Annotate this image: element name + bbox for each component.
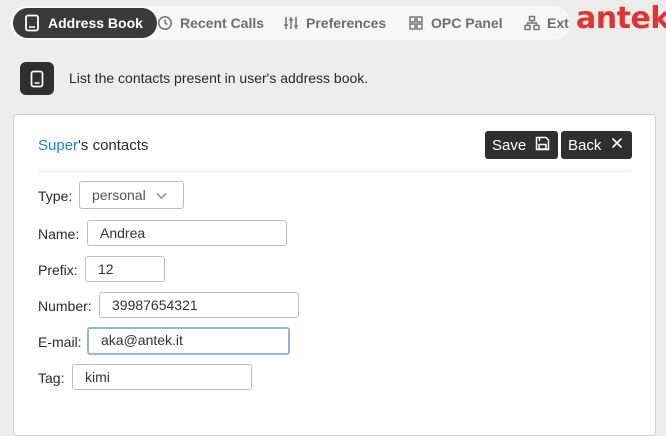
tab-label: OPC Panel	[431, 15, 503, 31]
tag-field[interactable]: kimi	[72, 364, 252, 390]
close-icon	[610, 136, 624, 154]
back-button-label: Back	[568, 136, 602, 154]
title-suffix: 's contacts	[78, 137, 149, 154]
email-field[interactable]: aka@antek.it	[87, 327, 290, 355]
prefix-field[interactable]: 12	[85, 256, 165, 282]
sliders-icon	[283, 15, 299, 31]
page-description: List the contacts present in user's addr…	[69, 70, 369, 86]
prefix-label: Prefix:	[38, 262, 78, 278]
contact-panel: Super's contacts Save Back Type: persona…	[13, 114, 656, 436]
address-book-icon	[23, 14, 41, 32]
tag-label: Tag:	[38, 370, 65, 386]
tab-ext[interactable]: Ext	[524, 8, 569, 38]
number-label: Number:	[38, 298, 92, 314]
tab-label: Ext	[547, 15, 569, 31]
type-label: Type:	[38, 188, 73, 204]
antek-logo[interactable]: antek	[576, 1, 666, 36]
tab-label: Address Book	[48, 15, 143, 31]
top-nav: Address Book Recent Calls Preferences OP…	[10, 6, 570, 40]
title-divider	[38, 171, 631, 172]
book-icon	[20, 62, 54, 95]
panel-title: Super's contacts	[38, 137, 148, 154]
number-field[interactable]: 39987654321	[99, 292, 299, 318]
tab-address-book[interactable]: Address Book	[13, 8, 157, 38]
network-icon	[524, 15, 540, 31]
name-label: Name:	[38, 226, 80, 242]
save-button[interactable]: Save	[485, 131, 559, 159]
back-button[interactable]: Back	[561, 131, 633, 159]
tab-label: Recent Calls	[180, 15, 265, 31]
owner-link[interactable]: Super	[38, 137, 78, 154]
tab-opc-panel[interactable]: OPC Panel	[408, 8, 503, 38]
email-label: E-mail:	[38, 334, 82, 350]
clock-icon	[157, 15, 173, 31]
chevron-down-icon	[156, 187, 167, 203]
tab-recent-calls[interactable]: Recent Calls	[157, 8, 264, 38]
type-value: personal	[92, 187, 146, 203]
type-select[interactable]: personal	[79, 181, 184, 209]
grid-icon	[408, 15, 424, 31]
floppy-icon	[535, 136, 550, 155]
tab-preferences[interactable]: Preferences	[283, 8, 386, 38]
save-button-label: Save	[492, 136, 527, 154]
tab-label: Preferences	[306, 15, 387, 31]
name-field[interactable]: Andrea	[87, 220, 287, 246]
